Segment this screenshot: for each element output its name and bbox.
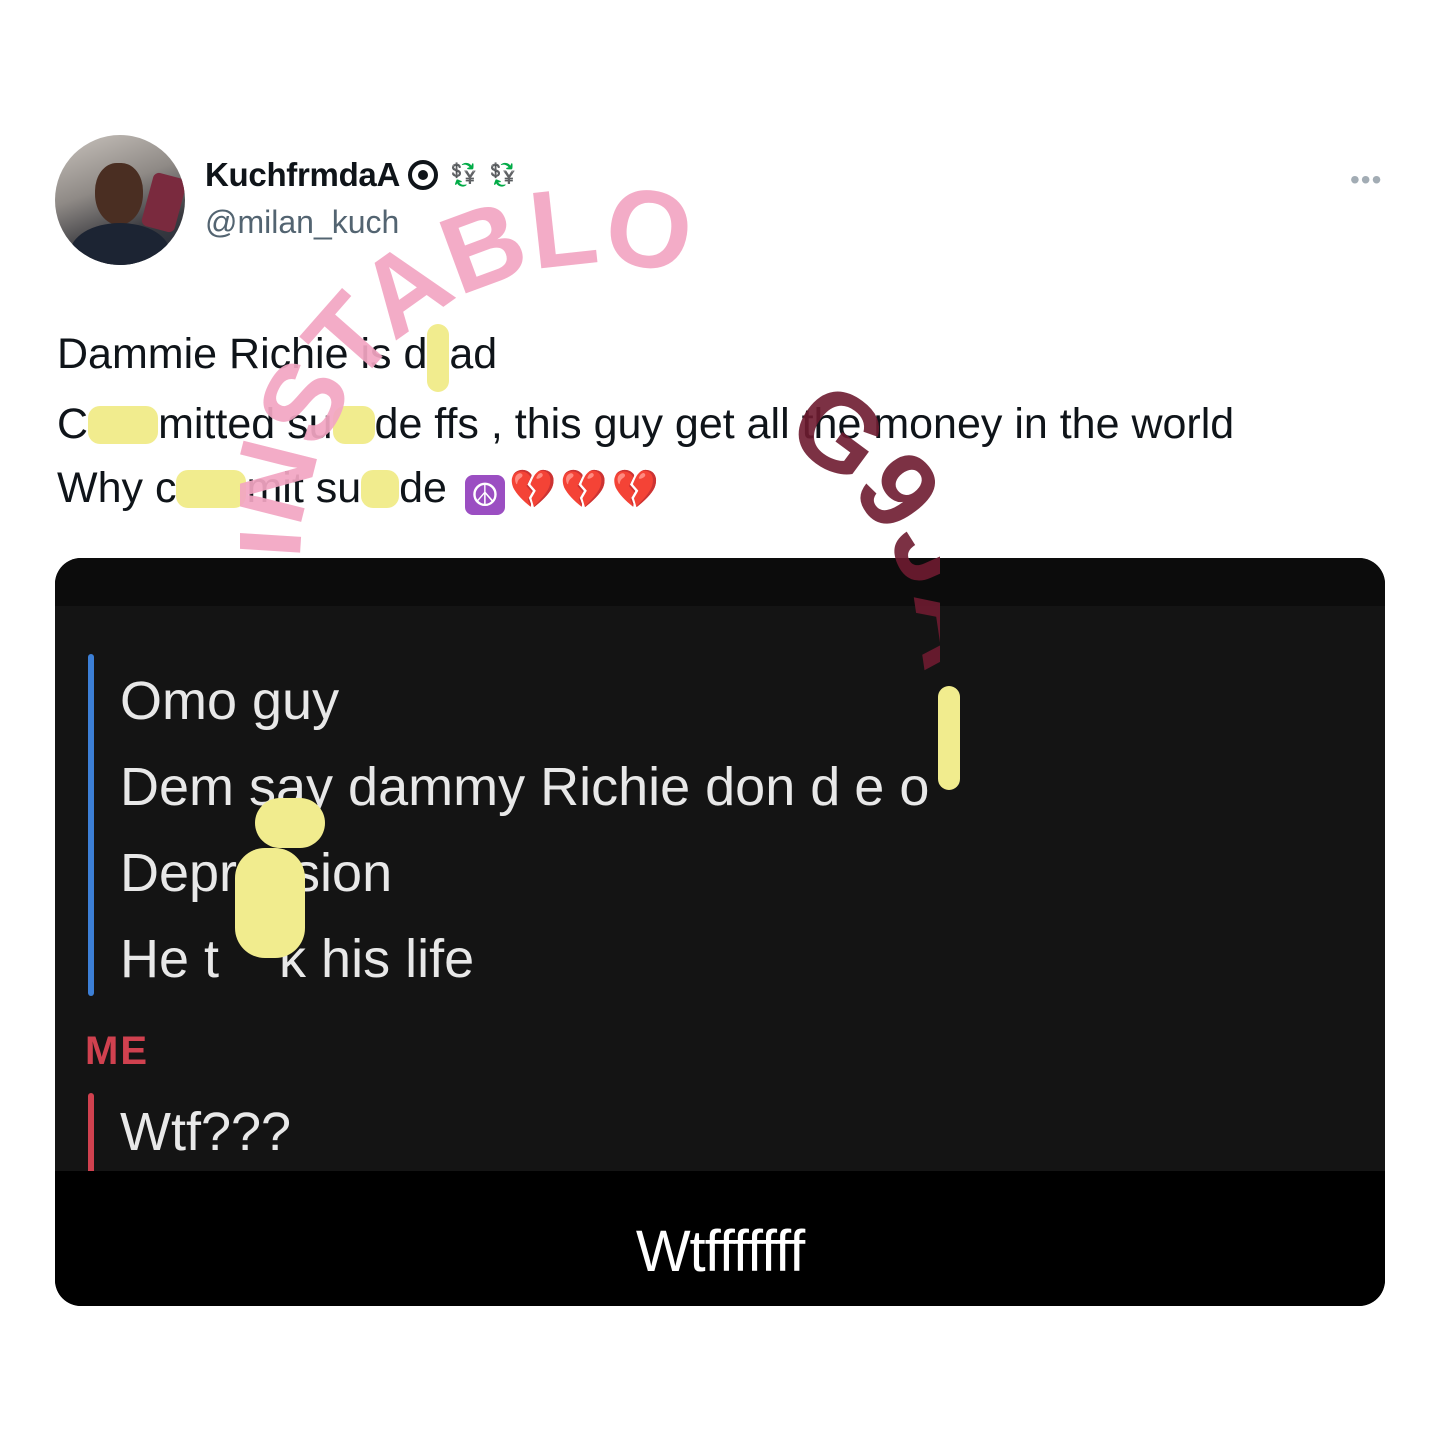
quoted-line-segment: Dem say dammy Richie don d bbox=[120, 757, 841, 817]
censor-highlight bbox=[427, 324, 450, 392]
quote-bar bbox=[88, 654, 94, 996]
quoted-line-segment: sion bbox=[293, 843, 393, 903]
tweet-text: Dammie Richie is d ad Cmitted su de ffs , … bbox=[57, 322, 1397, 522]
tweet-text-segment: mitted su bbox=[158, 400, 333, 448]
tweet-text-segment: ad bbox=[449, 330, 498, 378]
avatar-background bbox=[140, 171, 185, 234]
quoted-line-segment: k his life bbox=[279, 929, 475, 989]
avatar-shirt bbox=[70, 223, 170, 265]
quoted-line-segment: e o bbox=[854, 757, 930, 817]
broken-heart-icon: 💔 bbox=[508, 469, 557, 511]
censor-highlight bbox=[235, 848, 305, 958]
tweet-text-segment: de bbox=[399, 464, 447, 512]
broken-heart-icon: 💔 bbox=[611, 469, 659, 511]
money-exchange-icon: 💱 bbox=[489, 162, 517, 187]
media-caption: Wtfffffff bbox=[635, 1219, 805, 1284]
reply-message: Wtf??? bbox=[120, 1102, 292, 1162]
tweet-text-segment: Dammie Richie is d bbox=[57, 330, 428, 378]
more-options-icon[interactable]: ••• bbox=[1350, 164, 1382, 196]
tweet-text-segment: C bbox=[57, 400, 89, 448]
eye-in-speech-bubble-icon bbox=[408, 160, 439, 190]
money-exchange-icon: 💱 bbox=[450, 162, 478, 187]
quoted-line: Dem say dammy Richie don de o bbox=[120, 744, 929, 830]
censor-highlight bbox=[938, 686, 960, 790]
quoted-line-segment: Depr bbox=[120, 843, 238, 903]
author-avatar[interactable] bbox=[55, 135, 185, 265]
censor-highlight bbox=[361, 470, 400, 508]
author-handle[interactable]: @milan_kuch bbox=[205, 204, 399, 241]
display-name-text: KuchfrmdaA bbox=[205, 156, 401, 193]
tweet-text-segment: de ffs , this guy get all the money in t… bbox=[374, 400, 1235, 448]
quoted-message: Omo guy Dem say dammy Richie don de o De… bbox=[120, 658, 929, 1002]
censor-highlight bbox=[332, 406, 375, 444]
censor-highlight bbox=[88, 406, 159, 444]
author-display-name[interactable]: KuchfrmdaA 💱 💱 bbox=[205, 156, 517, 194]
broken-heart-icon: 💔 bbox=[560, 469, 608, 511]
tweet-media-image[interactable]: Omo guy Dem say dammy Richie don de o De… bbox=[55, 558, 1385, 1306]
avatar-face bbox=[95, 163, 143, 225]
tweet-text-segment: mit su bbox=[246, 464, 362, 512]
quoted-line: Omo guy bbox=[120, 671, 340, 731]
peace-symbol-icon: ☮ bbox=[464, 475, 505, 515]
media-top-strip bbox=[55, 558, 1385, 606]
tweet-text-segment: Why c bbox=[57, 464, 177, 512]
tweet-line-2: Cmitted su de ffs , this guy get all the … bbox=[57, 392, 1397, 456]
me-label: ME bbox=[85, 1029, 149, 1073]
quoted-line-segment: He t bbox=[120, 929, 220, 989]
censor-highlight bbox=[255, 798, 325, 848]
tweet-line-3: Why c mit su de ☮ 💔 💔 💔 bbox=[57, 456, 1397, 522]
censor-highlight bbox=[176, 470, 247, 508]
tweet-line-1: Dammie Richie is d ad bbox=[57, 322, 1397, 392]
reply-bar bbox=[88, 1093, 94, 1181]
